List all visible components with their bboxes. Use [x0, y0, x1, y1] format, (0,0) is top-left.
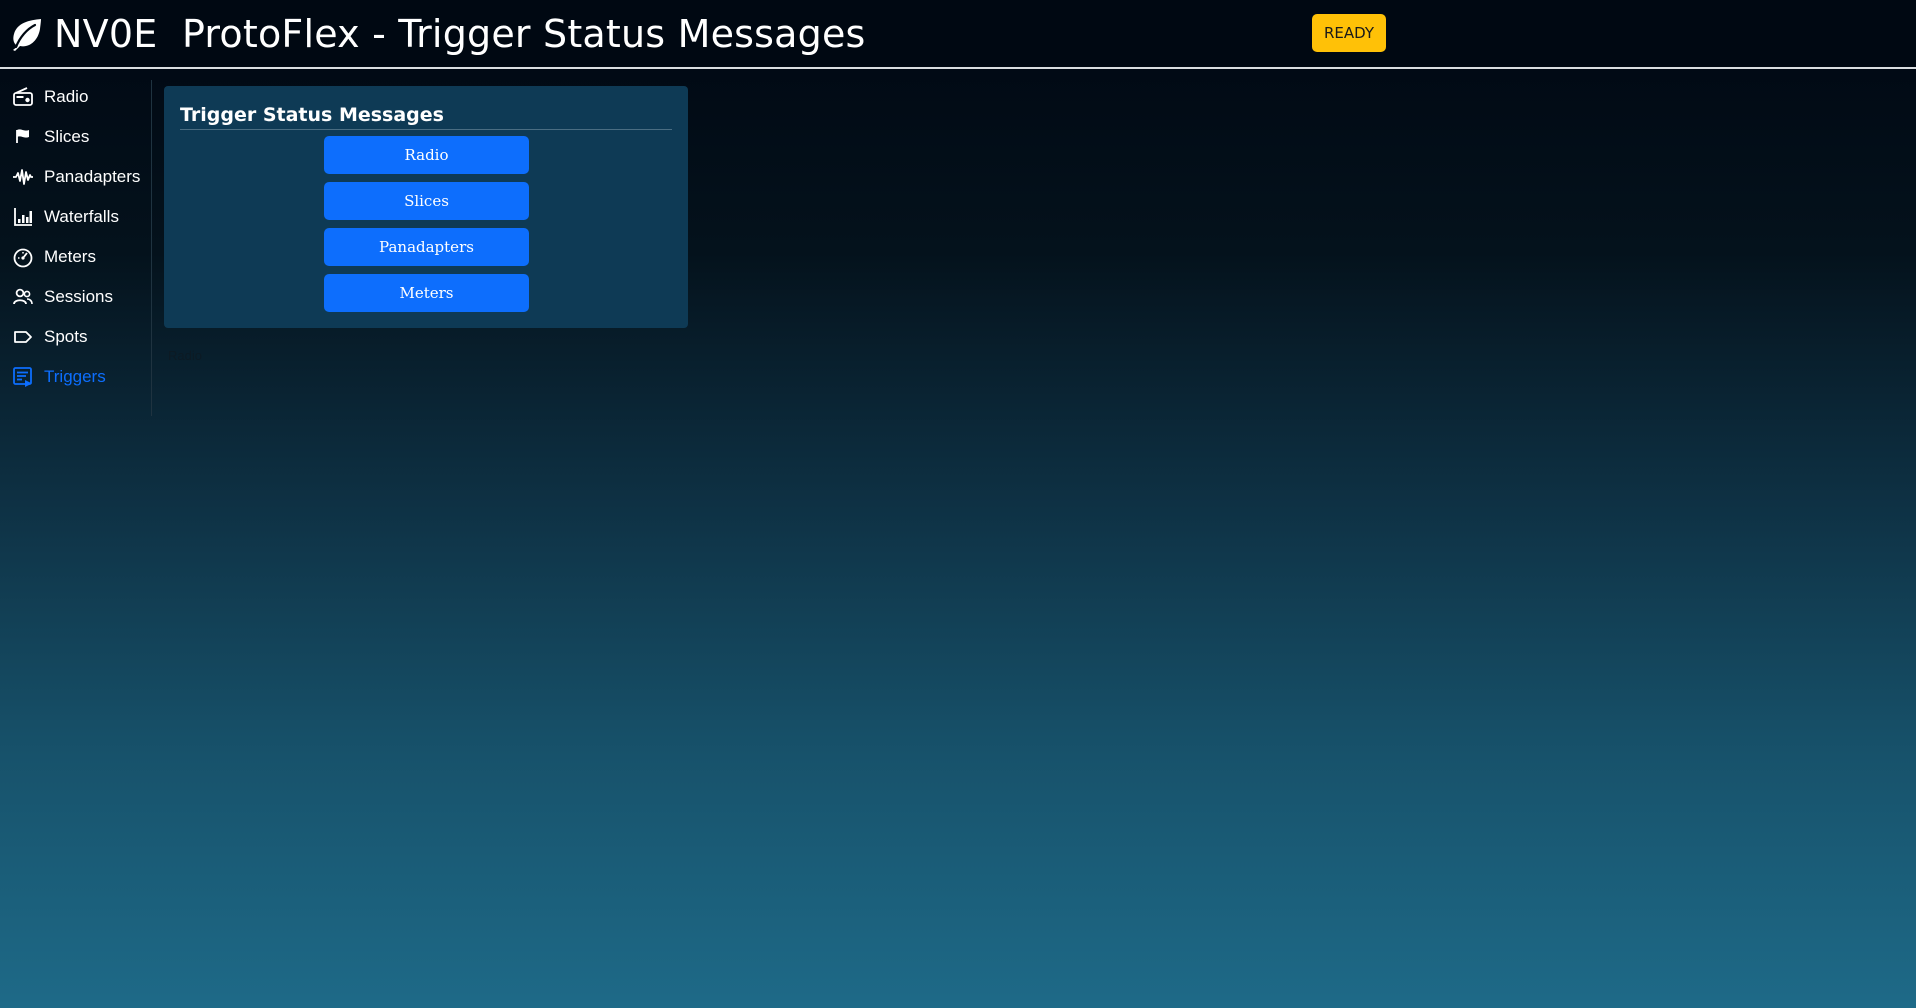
sidebar-item-triggers[interactable]: Triggers [12, 362, 150, 392]
top-navbar: NV0E ProtoFlex - Trigger Status Messages… [0, 0, 1916, 69]
response-output: Radio [168, 348, 202, 363]
trigger-meters-button[interactable]: Meters [324, 274, 529, 312]
sidebar-item-waterfalls[interactable]: Waterfalls [12, 202, 150, 232]
radio-icon [12, 86, 34, 108]
trigger-slices-button[interactable]: Slices [324, 182, 529, 220]
trigger-status-card: Trigger Status Messages Radio Slices Pan… [164, 86, 688, 328]
bar-chart-icon [12, 206, 34, 228]
sidebar-item-sessions[interactable]: Sessions [12, 282, 150, 312]
sidebar-item-label: Triggers [44, 367, 106, 386]
sidebar-item-label: Radio [44, 87, 89, 106]
people-icon [12, 286, 34, 308]
sidebar-item-label: Sessions [44, 287, 113, 306]
sidebar-item-label: Waterfalls [44, 207, 119, 226]
speedometer-icon [12, 246, 34, 268]
leaf-icon [9, 17, 43, 51]
sidebar-item-spots[interactable]: Spots [12, 322, 150, 352]
sidebar-item-label: Meters [44, 247, 96, 266]
card-title: Trigger Status Messages [180, 102, 672, 130]
sidebar-item-slices[interactable]: Slices [12, 122, 150, 152]
trigger-radio-button[interactable]: Radio [324, 136, 529, 174]
page-title: NV0E ProtoFlex - Trigger Status Messages [54, 12, 866, 56]
sidebar-item-radio[interactable]: Radio [12, 82, 150, 112]
trigger-panadapters-button[interactable]: Panadapters [324, 228, 529, 266]
trigger-list-icon [12, 366, 34, 388]
sidebar-item-label: Slices [44, 127, 90, 146]
sidebar-item-label: Spots [44, 327, 88, 346]
flag-icon [12, 126, 34, 148]
sidebar-item-panadapters[interactable]: Panadapters [12, 162, 150, 192]
waveform-icon [12, 166, 34, 188]
sidebar: Radio Slices Panadapters Waterfalls Mete… [0, 80, 152, 416]
status-badge: READY [1312, 14, 1386, 52]
sidebar-item-meters[interactable]: Meters [12, 242, 150, 272]
sidebar-item-label: Panadapters [44, 167, 141, 186]
tag-icon [12, 326, 34, 348]
